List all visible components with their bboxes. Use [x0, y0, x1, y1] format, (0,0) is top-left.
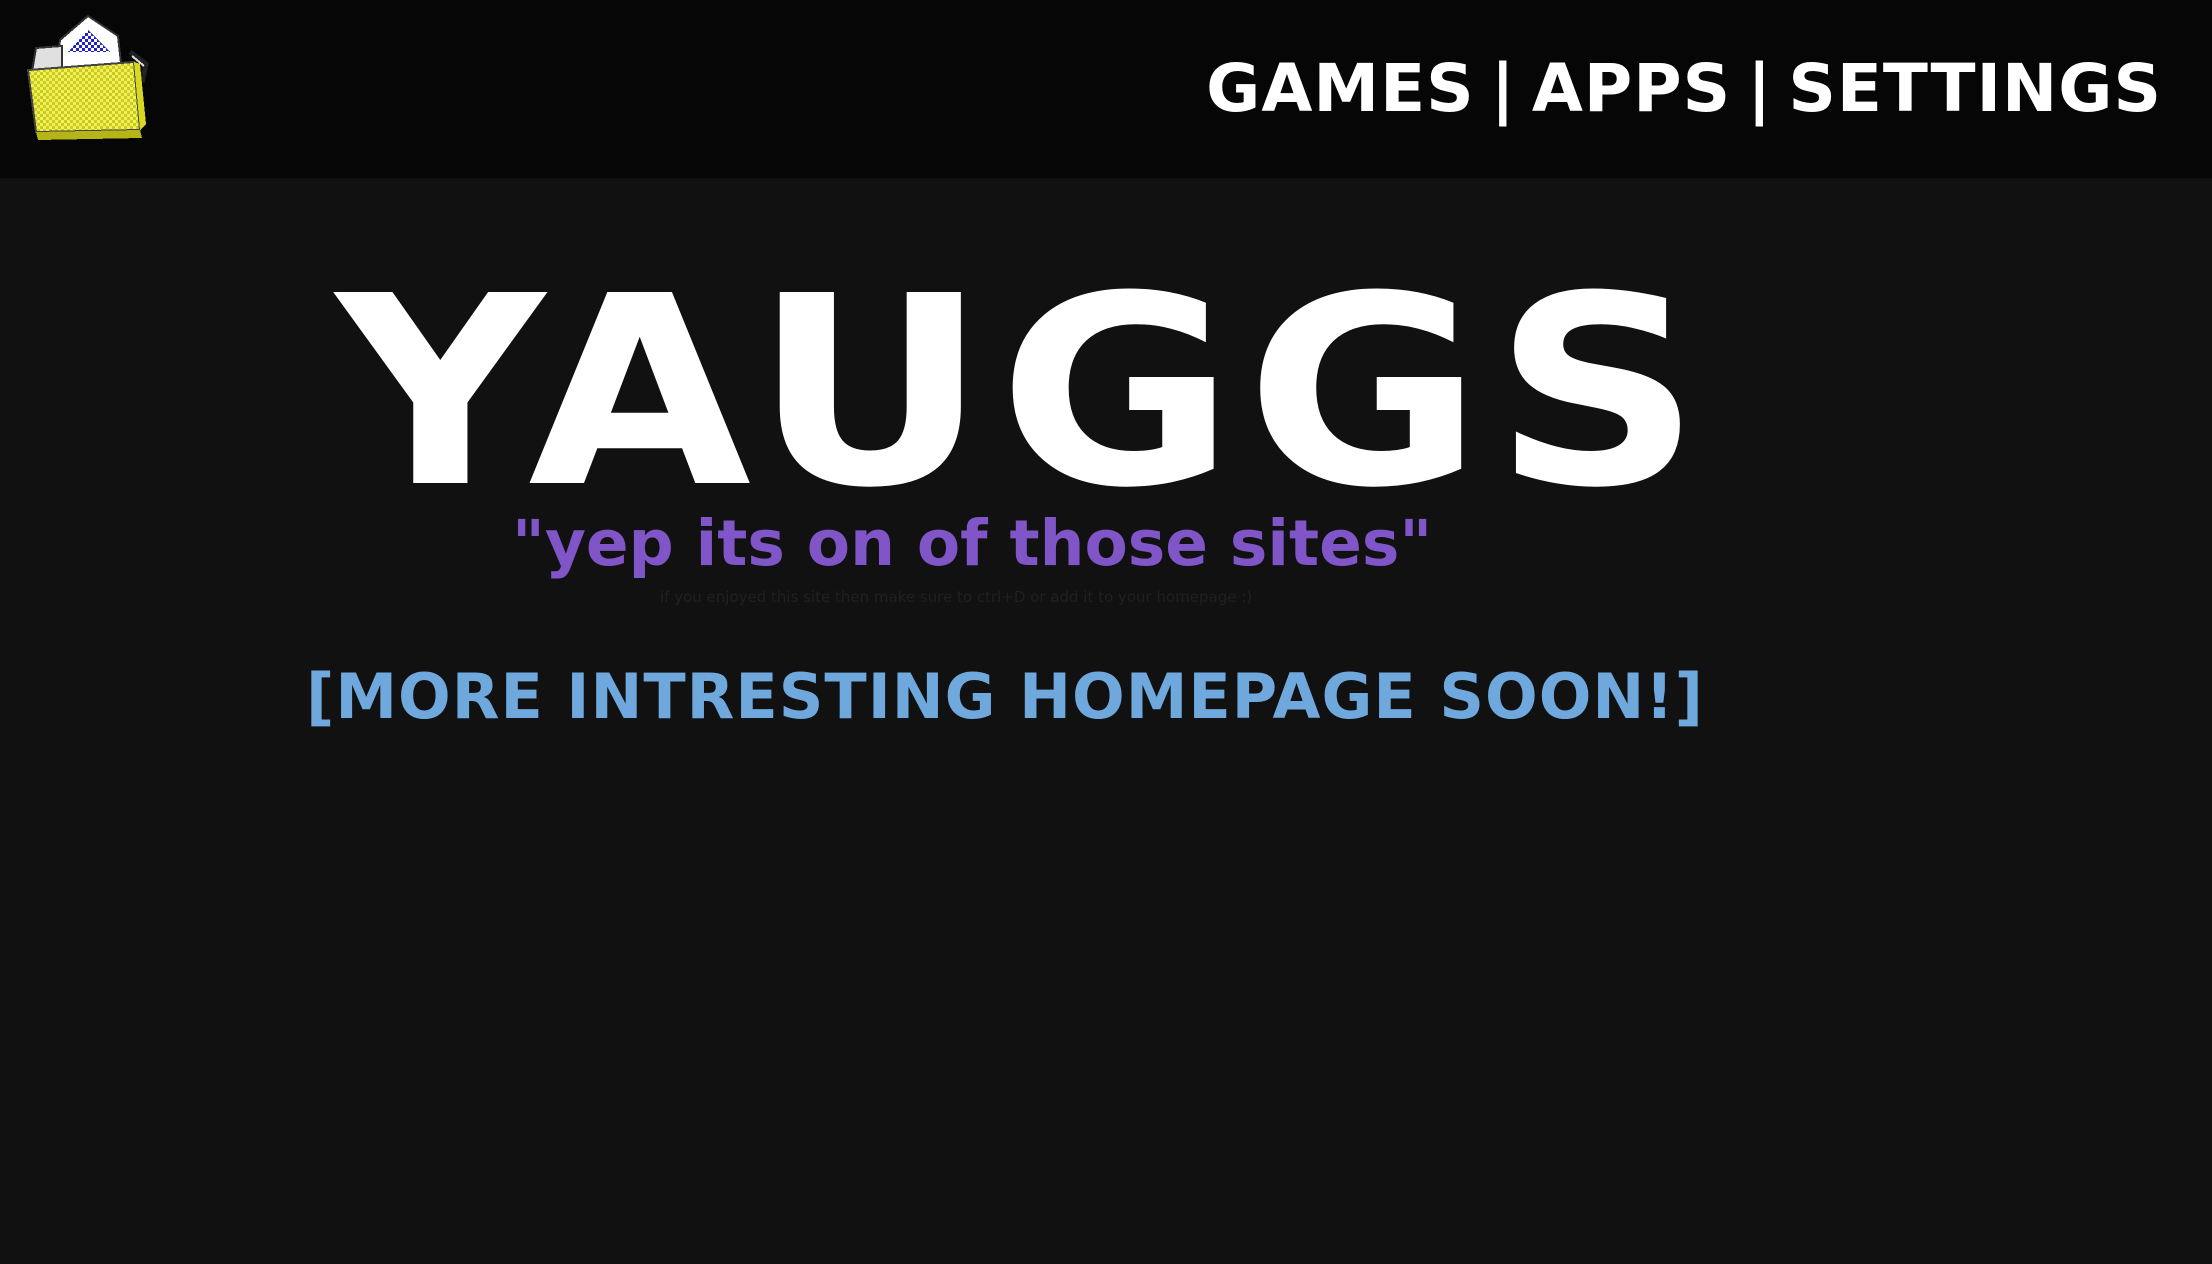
nav-separator: |	[1747, 50, 1773, 127]
nav-apps-link[interactable]: APPS	[1532, 56, 1731, 122]
nav-settings-link[interactable]: SETTINGS	[1788, 56, 2162, 122]
nav-games-link[interactable]: GAMES	[1206, 56, 1475, 122]
nav-separator: |	[1490, 50, 1516, 127]
basket-folder-icon[interactable]	[22, 12, 162, 144]
site-title: YAUGGS	[336, 240, 1712, 545]
site-tagline: "yep its on of those sites"	[512, 507, 1433, 580]
homepage-announcement: [MORE INTRESTING HOMEPAGE SOON!]	[306, 660, 1704, 733]
bookmark-note: if you enjoyed this site then make sure …	[660, 588, 1253, 606]
top-bar: GAMES | APPS | SETTINGS	[0, 0, 2212, 178]
main-nav: GAMES | APPS | SETTINGS	[1206, 56, 2162, 122]
